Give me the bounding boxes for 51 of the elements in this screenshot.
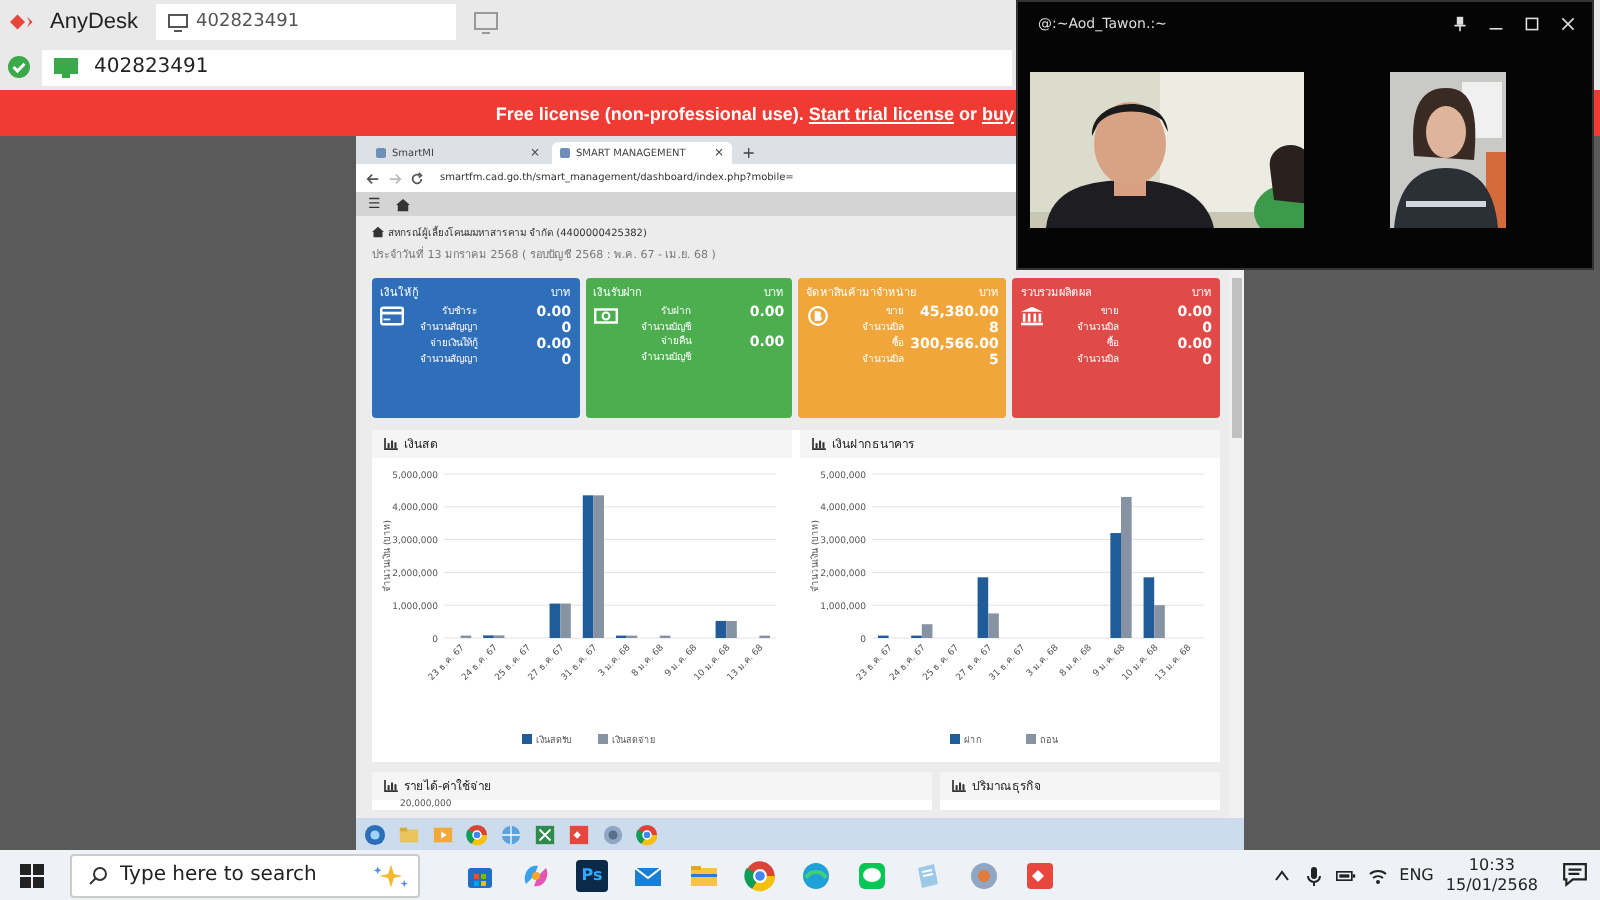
remote-app-icon[interactable] [568,823,590,845]
new-session-icon[interactable] [474,11,499,33]
pin-icon[interactable] [1452,16,1468,32]
license-text: Free license (non-professional use). Start trial license or buy [495,103,1014,123]
monitor-icon [168,13,189,31]
close-icon[interactable] [1560,16,1576,32]
chat-icon[interactable] [856,859,888,891]
battery-icon[interactable] [1335,865,1356,885]
back-icon[interactable] [366,171,380,185]
reload-icon[interactable] [410,171,424,185]
maximize-icon[interactable] [1524,16,1540,32]
search-bar[interactable]: Type here to search [70,853,420,897]
banknote-icon [593,306,618,326]
bar-chart-icon [812,438,826,450]
bank-icon [1020,306,1045,326]
home-icon [372,226,384,238]
credit-card-icon [380,306,404,326]
browser-icon[interactable] [744,859,776,891]
clock[interactable]: 10:33 15/01/2568 [1445,855,1538,895]
photoshop-icon[interactable]: Ps [576,859,608,891]
wifi-icon[interactable] [1367,865,1388,885]
app-icon[interactable] [602,823,624,845]
wave-icon[interactable] [800,859,832,891]
bar-chart-icon [952,780,966,792]
check-icon [8,56,30,78]
browser-icon[interactable] [466,823,488,845]
search-field[interactable]: Type here to search [120,864,360,886]
search-icon [88,865,108,885]
chevron-up-icon[interactable] [1271,865,1292,885]
globe-icon[interactable] [500,823,522,845]
scrollbar[interactable] [1230,270,1244,818]
app-name: AnyDesk [50,10,139,34]
sparkle-icon [372,861,410,889]
bar-chart-icon [384,780,398,792]
session-tab[interactable]: 402823491 [156,4,457,40]
monitor-icon [54,57,78,77]
address-field[interactable]: 402823491 [42,49,1012,85]
notification-icon[interactable] [1562,862,1588,888]
buy-link[interactable]: buy [981,103,1014,123]
coin-icon [806,306,831,326]
spreadsheet-icon[interactable] [534,823,556,845]
new-tab-button[interactable]: + [736,142,762,164]
browser-icon[interactable] [636,823,658,845]
bar-chart-icon [384,438,398,450]
trial-license-link[interactable]: Start trial license [808,103,954,123]
start-orb-icon[interactable] [364,823,386,845]
language-indicator[interactable]: ENG [1399,866,1434,884]
start-icon[interactable] [20,863,44,887]
remote-app-icon[interactable] [1024,859,1056,891]
microphone-icon[interactable] [1303,865,1324,885]
app-icon[interactable] [968,859,1000,891]
